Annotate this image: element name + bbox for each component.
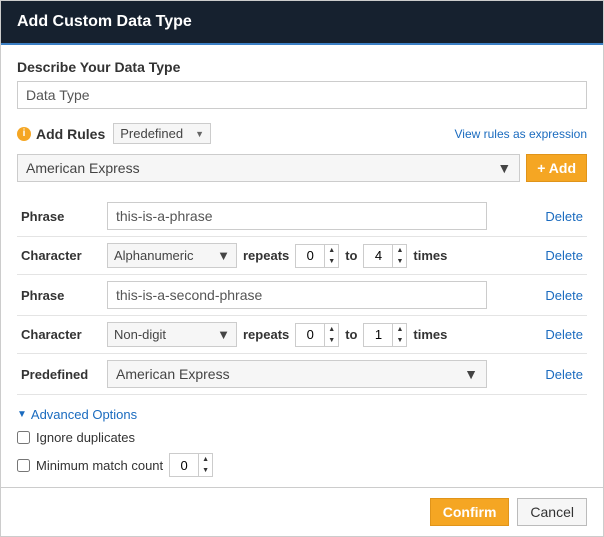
- delete-link[interactable]: Delete: [545, 288, 583, 303]
- min-match-spinner[interactable]: ▲▼: [169, 453, 213, 477]
- max-spinner[interactable]: ▲▼: [363, 244, 407, 268]
- predefined-value: American Express: [26, 160, 140, 176]
- phrase-input[interactable]: [107, 202, 487, 230]
- rule-row: Character Non-digit ▼ repeats ▲▼ to: [17, 316, 587, 354]
- ignore-duplicates-checkbox[interactable]: [17, 431, 30, 444]
- min-spinner[interactable]: ▲▼: [295, 244, 339, 268]
- delete-link[interactable]: Delete: [545, 367, 583, 382]
- min-match-label: Minimum match count: [36, 458, 163, 473]
- spin-down-icon[interactable]: ▼: [393, 256, 406, 267]
- disclosure-triangle-icon: ▼: [17, 409, 27, 420]
- delete-link[interactable]: Delete: [545, 248, 583, 263]
- delete-link[interactable]: Delete: [545, 209, 583, 224]
- advanced-section: ▼ Advanced Options Ignore duplicates Min…: [17, 407, 587, 477]
- predefined-rule-select[interactable]: American Express ▼: [107, 360, 487, 388]
- repeats-label: repeats: [243, 248, 289, 263]
- add-rules-row: i Add Rules Predefined ▼ View rules as e…: [17, 123, 587, 144]
- ignore-duplicates-label: Ignore duplicates: [36, 430, 135, 445]
- dialog: Add Custom Data Type Describe Your Data …: [0, 0, 604, 537]
- min-match-option: Minimum match count ▲▼: [17, 453, 587, 477]
- spin-up-icon[interactable]: ▲: [393, 324, 406, 335]
- character-type-value: Non-digit: [114, 327, 166, 342]
- rules-mode-value: Predefined: [120, 126, 183, 141]
- describe-input[interactable]: [17, 81, 587, 109]
- spin-up-icon[interactable]: ▲: [199, 454, 212, 465]
- delete-link[interactable]: Delete: [545, 327, 583, 342]
- spin-up-icon[interactable]: ▲: [325, 245, 338, 256]
- spin-down-icon[interactable]: ▼: [393, 335, 406, 346]
- cancel-button[interactable]: Cancel: [517, 498, 587, 526]
- advanced-label: Advanced Options: [31, 407, 137, 422]
- min-spinner[interactable]: ▲▼: [295, 323, 339, 347]
- character-type-select[interactable]: Alphanumeric ▼: [107, 243, 237, 268]
- to-label: to: [345, 248, 357, 263]
- phrase-input[interactable]: [107, 281, 487, 309]
- spin-down-icon[interactable]: ▼: [325, 256, 338, 267]
- rule-type-label: Phrase: [17, 275, 103, 316]
- min-input[interactable]: [296, 245, 324, 267]
- character-config: Non-digit ▼ repeats ▲▼ to ▲▼: [107, 322, 523, 347]
- min-match-checkbox[interactable]: [17, 459, 30, 472]
- caret-icon: ▼: [217, 327, 230, 342]
- max-input[interactable]: [364, 324, 392, 346]
- advanced-toggle[interactable]: ▼ Advanced Options: [17, 407, 587, 422]
- spin-down-icon[interactable]: ▼: [199, 465, 212, 476]
- rule-type-label: Character: [17, 316, 103, 354]
- caret-icon: ▼: [464, 366, 478, 382]
- view-rules-link[interactable]: View rules as expression: [454, 127, 587, 141]
- info-icon: i: [17, 127, 31, 141]
- caret-icon: ▼: [195, 129, 204, 139]
- max-spinner[interactable]: ▲▼: [363, 323, 407, 347]
- dialog-title: Add Custom Data Type: [17, 13, 192, 30]
- rule-row: Character Alphanumeric ▼ repeats ▲▼ to: [17, 237, 587, 275]
- times-label: times: [413, 248, 447, 263]
- spin-down-icon[interactable]: ▼: [325, 335, 338, 346]
- rule-type-label: Character: [17, 237, 103, 275]
- repeats-label: repeats: [243, 327, 289, 342]
- min-input[interactable]: [296, 324, 324, 346]
- character-type-select[interactable]: Non-digit ▼: [107, 322, 237, 347]
- caret-icon: ▼: [217, 248, 230, 263]
- max-input[interactable]: [364, 245, 392, 267]
- character-type-value: Alphanumeric: [114, 248, 194, 263]
- dialog-body: Describe Your Data Type i Add Rules Pred…: [1, 45, 603, 487]
- min-match-input[interactable]: [170, 454, 198, 476]
- add-predefined-row: American Express ▼ + Add: [17, 154, 587, 182]
- rule-type-label: Predefined: [17, 354, 103, 395]
- rule-row: Phrase Delete: [17, 196, 587, 237]
- ignore-duplicates-option: Ignore duplicates: [17, 430, 587, 445]
- rules-mode-select[interactable]: Predefined ▼: [113, 123, 211, 144]
- predefined-rule-value: American Express: [116, 366, 230, 382]
- confirm-button[interactable]: Confirm: [430, 498, 510, 526]
- spin-up-icon[interactable]: ▲: [393, 245, 406, 256]
- to-label: to: [345, 327, 357, 342]
- dialog-header: Add Custom Data Type: [1, 1, 603, 45]
- rules-table: Phrase Delete Character Alphanumeric ▼ r…: [17, 196, 587, 395]
- predefined-select[interactable]: American Express ▼: [17, 154, 520, 182]
- character-config: Alphanumeric ▼ repeats ▲▼ to ▲▼: [107, 243, 523, 268]
- spin-up-icon[interactable]: ▲: [325, 324, 338, 335]
- times-label: times: [413, 327, 447, 342]
- add-button[interactable]: + Add: [526, 154, 587, 182]
- describe-heading: Describe Your Data Type: [17, 59, 587, 75]
- rule-type-label: Phrase: [17, 196, 103, 237]
- rule-row: Predefined American Express ▼ Delete: [17, 354, 587, 395]
- caret-icon: ▼: [497, 160, 511, 176]
- rule-row: Phrase Delete: [17, 275, 587, 316]
- add-rules-label: Add Rules: [36, 126, 105, 142]
